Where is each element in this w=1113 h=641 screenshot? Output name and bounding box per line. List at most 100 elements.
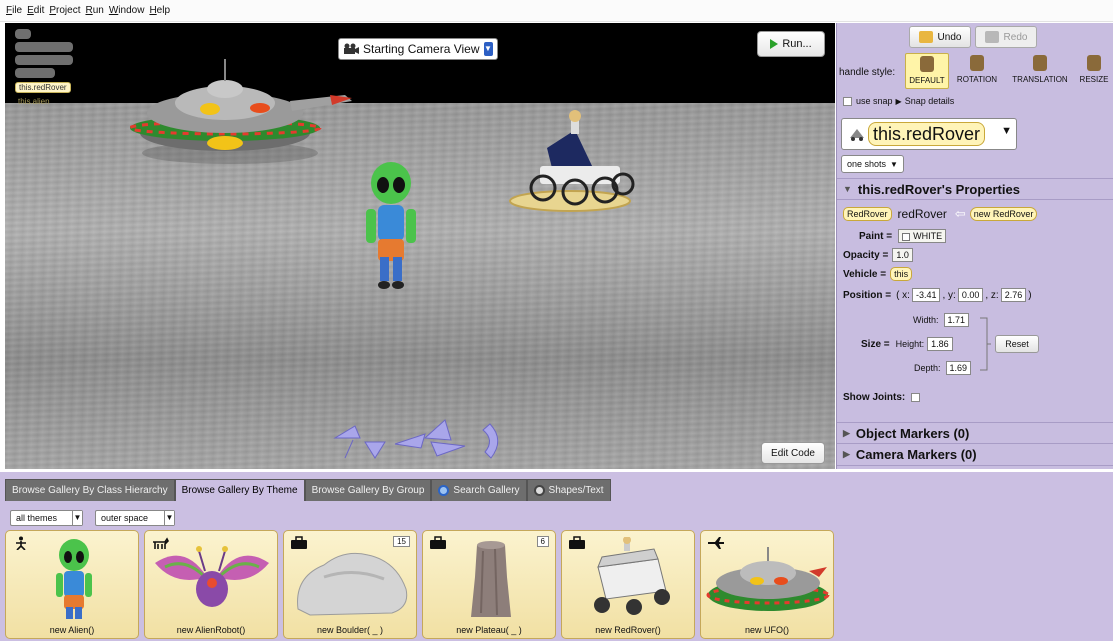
subtheme-filter-dropdown[interactable]: outer space ▼ xyxy=(95,510,175,526)
position-y-label: , y: xyxy=(942,289,956,301)
tab-theme[interactable]: Browse Gallery By Theme xyxy=(174,479,305,501)
show-joints-checkbox[interactable] xyxy=(911,393,921,402)
gallery-card-ufo[interactable]: new UFO() xyxy=(700,530,834,639)
type-row: RedRover redRover ⇦ new RedRover xyxy=(843,206,1038,222)
tab-group[interactable]: Browse Gallery By Group xyxy=(304,479,432,501)
tab-search[interactable]: Search Gallery xyxy=(431,479,527,501)
position-close: ) xyxy=(1028,289,1032,301)
gallery-card-alien[interactable]: new Alien() xyxy=(5,530,139,639)
menu-run[interactable]: Run xyxy=(85,5,103,16)
object-list-item[interactable] xyxy=(15,42,73,52)
object-list-item[interactable] xyxy=(15,55,73,65)
paint-label: Paint = xyxy=(859,230,893,242)
expand-triangle-icon: ▶ xyxy=(843,427,850,438)
depth-field[interactable]: 1.69 xyxy=(945,361,972,375)
handle-style-default[interactable]: DEFAULT xyxy=(905,53,949,89)
paint-value[interactable]: WHITE xyxy=(898,229,947,243)
default-handle-icon xyxy=(920,56,934,72)
gallery-card-boulder[interactable]: 15 new Boulder( _ ) xyxy=(283,530,417,639)
width-row: Width: 1.71 xyxy=(913,313,971,327)
properties-section: ▼ this.redRover's Properties RedRover re… xyxy=(837,178,1113,466)
expand-triangle-icon[interactable]: ▶ xyxy=(896,97,902,106)
alien-thumbnail xyxy=(56,539,92,619)
chevron-down-icon: ▼ xyxy=(1001,125,1012,137)
selected-object-dropdown[interactable]: this.redRover ▼ xyxy=(841,118,1017,150)
play-icon xyxy=(770,39,779,49)
gallery-cards: new Alien() new AlienRobot() 15 new Boul… xyxy=(5,530,839,639)
new-instance-tile[interactable]: new RedRover xyxy=(969,207,1038,221)
tab-class-hierarchy[interactable]: Browse Gallery By Class Hierarchy xyxy=(5,479,175,501)
menu-edit[interactable]: Edit xyxy=(27,5,44,16)
redo-button[interactable]: Redo xyxy=(975,26,1037,48)
handle-style-row: handle style: DEFAULT ROTATION TRANSLATI… xyxy=(839,53,1111,93)
object-list-alien[interactable]: this.alien xyxy=(15,97,53,106)
translation-handle-icon xyxy=(1033,55,1047,71)
edit-code-button[interactable]: Edit Code xyxy=(761,442,825,464)
redrover-model[interactable] xyxy=(505,108,645,213)
manipulation-handles[interactable] xyxy=(325,418,525,468)
run-button[interactable]: Run... xyxy=(757,31,825,57)
gallery-card-plateau[interactable]: 6 new Plateau( _ ) xyxy=(422,530,556,639)
link-bracket-icon xyxy=(980,317,991,371)
properties-header[interactable]: ▼ this.redRover's Properties xyxy=(837,178,1113,200)
vehicle-label: Vehicle = xyxy=(843,268,887,280)
type-tile[interactable]: RedRover xyxy=(843,207,892,221)
menu-window[interactable]: Window xyxy=(109,5,145,16)
paint-row: Paint = WHITE xyxy=(859,229,948,243)
theme-filter-dropdown[interactable]: all themes ▼ xyxy=(10,510,83,526)
ufo-model[interactable] xyxy=(130,53,360,168)
snap-details-link[interactable]: Snap details xyxy=(905,96,955,106)
ufo-thumbnail xyxy=(706,547,830,611)
handle-style-resize[interactable]: RESIZE xyxy=(1077,53,1111,89)
handle-style-rotation[interactable]: ROTATION xyxy=(951,53,1003,89)
object-markers-header[interactable]: ▶ Object Markers (0) xyxy=(837,422,1113,444)
chevron-down-icon: ▼ xyxy=(890,159,898,169)
object-list-item[interactable] xyxy=(15,29,31,39)
menu-file[interactable]: File xyxy=(6,5,22,16)
height-field[interactable]: 1.86 xyxy=(927,337,953,351)
vehicle-value[interactable]: this xyxy=(890,267,913,281)
camera-markers-header[interactable]: ▶ Camera Markers (0) xyxy=(837,444,1113,466)
new-type: RedRover xyxy=(992,209,1034,219)
redrover-thumbnail xyxy=(594,537,670,615)
scene-viewport[interactable]: this.redRover this.alien Starting Camera… xyxy=(5,23,835,469)
movie-camera-icon xyxy=(344,43,359,54)
position-y-field[interactable]: 0.00 xyxy=(957,288,984,302)
width-field[interactable]: 1.71 xyxy=(943,313,970,327)
rotation-handle-icon xyxy=(970,55,984,71)
gallery-card-alienrobot[interactable]: new AlienRobot() xyxy=(144,530,278,639)
one-shots-label: one shots xyxy=(847,159,887,169)
run-button-label: Run... xyxy=(782,38,812,50)
reset-size-button[interactable]: Reset xyxy=(995,335,1039,353)
chevron-down-icon: ▼ xyxy=(483,42,493,56)
undo-button[interactable]: Undo xyxy=(909,26,971,48)
redo-icon xyxy=(984,31,999,43)
menu-help[interactable]: Help xyxy=(149,5,170,16)
handle-style-translation-label: TRANSLATION xyxy=(1012,75,1068,84)
alien-model[interactable] xyxy=(360,161,420,296)
opacity-value[interactable]: 1.0 xyxy=(892,248,913,262)
subtheme-filter-label: outer space xyxy=(101,513,149,523)
reset-label: Reset xyxy=(1005,339,1029,349)
tab-shapes-text[interactable]: Shapes/Text xyxy=(526,479,611,501)
opacity-row: Opacity = 1.0 xyxy=(843,248,915,262)
tab-search-label: Search Gallery xyxy=(453,485,520,496)
paint-value-label: WHITE xyxy=(913,231,943,241)
size-label: Size = xyxy=(861,338,890,350)
position-x-field[interactable]: -3.41 xyxy=(911,288,941,302)
position-row: Position = ( x: -3.41 , y: 0.00 , z: 2.7… xyxy=(843,288,1032,302)
tab-shapes-text-label: Shapes/Text xyxy=(548,485,604,496)
handle-style-label: handle style: xyxy=(839,67,896,78)
object-list-item[interactable] xyxy=(15,68,55,78)
expand-triangle-icon: ▶ xyxy=(843,449,850,459)
handle-style-translation[interactable]: TRANSLATION xyxy=(1007,53,1073,89)
one-shots-dropdown[interactable]: one shots ▼ xyxy=(841,155,904,173)
depth-label: Depth: xyxy=(914,363,941,373)
gallery-card-redrover[interactable]: new RedRover() xyxy=(561,530,695,639)
use-snap-checkbox[interactable] xyxy=(843,96,852,106)
menu-project[interactable]: Project xyxy=(49,5,80,16)
object-list-redrover[interactable]: this.redRover xyxy=(15,82,71,93)
camera-view-dropdown[interactable]: Starting Camera View ▼ xyxy=(338,38,498,60)
position-z-field[interactable]: 2.76 xyxy=(1000,288,1027,302)
properties-panel: Undo Redo handle style: DEFAULT ROTATION… xyxy=(836,23,1113,469)
